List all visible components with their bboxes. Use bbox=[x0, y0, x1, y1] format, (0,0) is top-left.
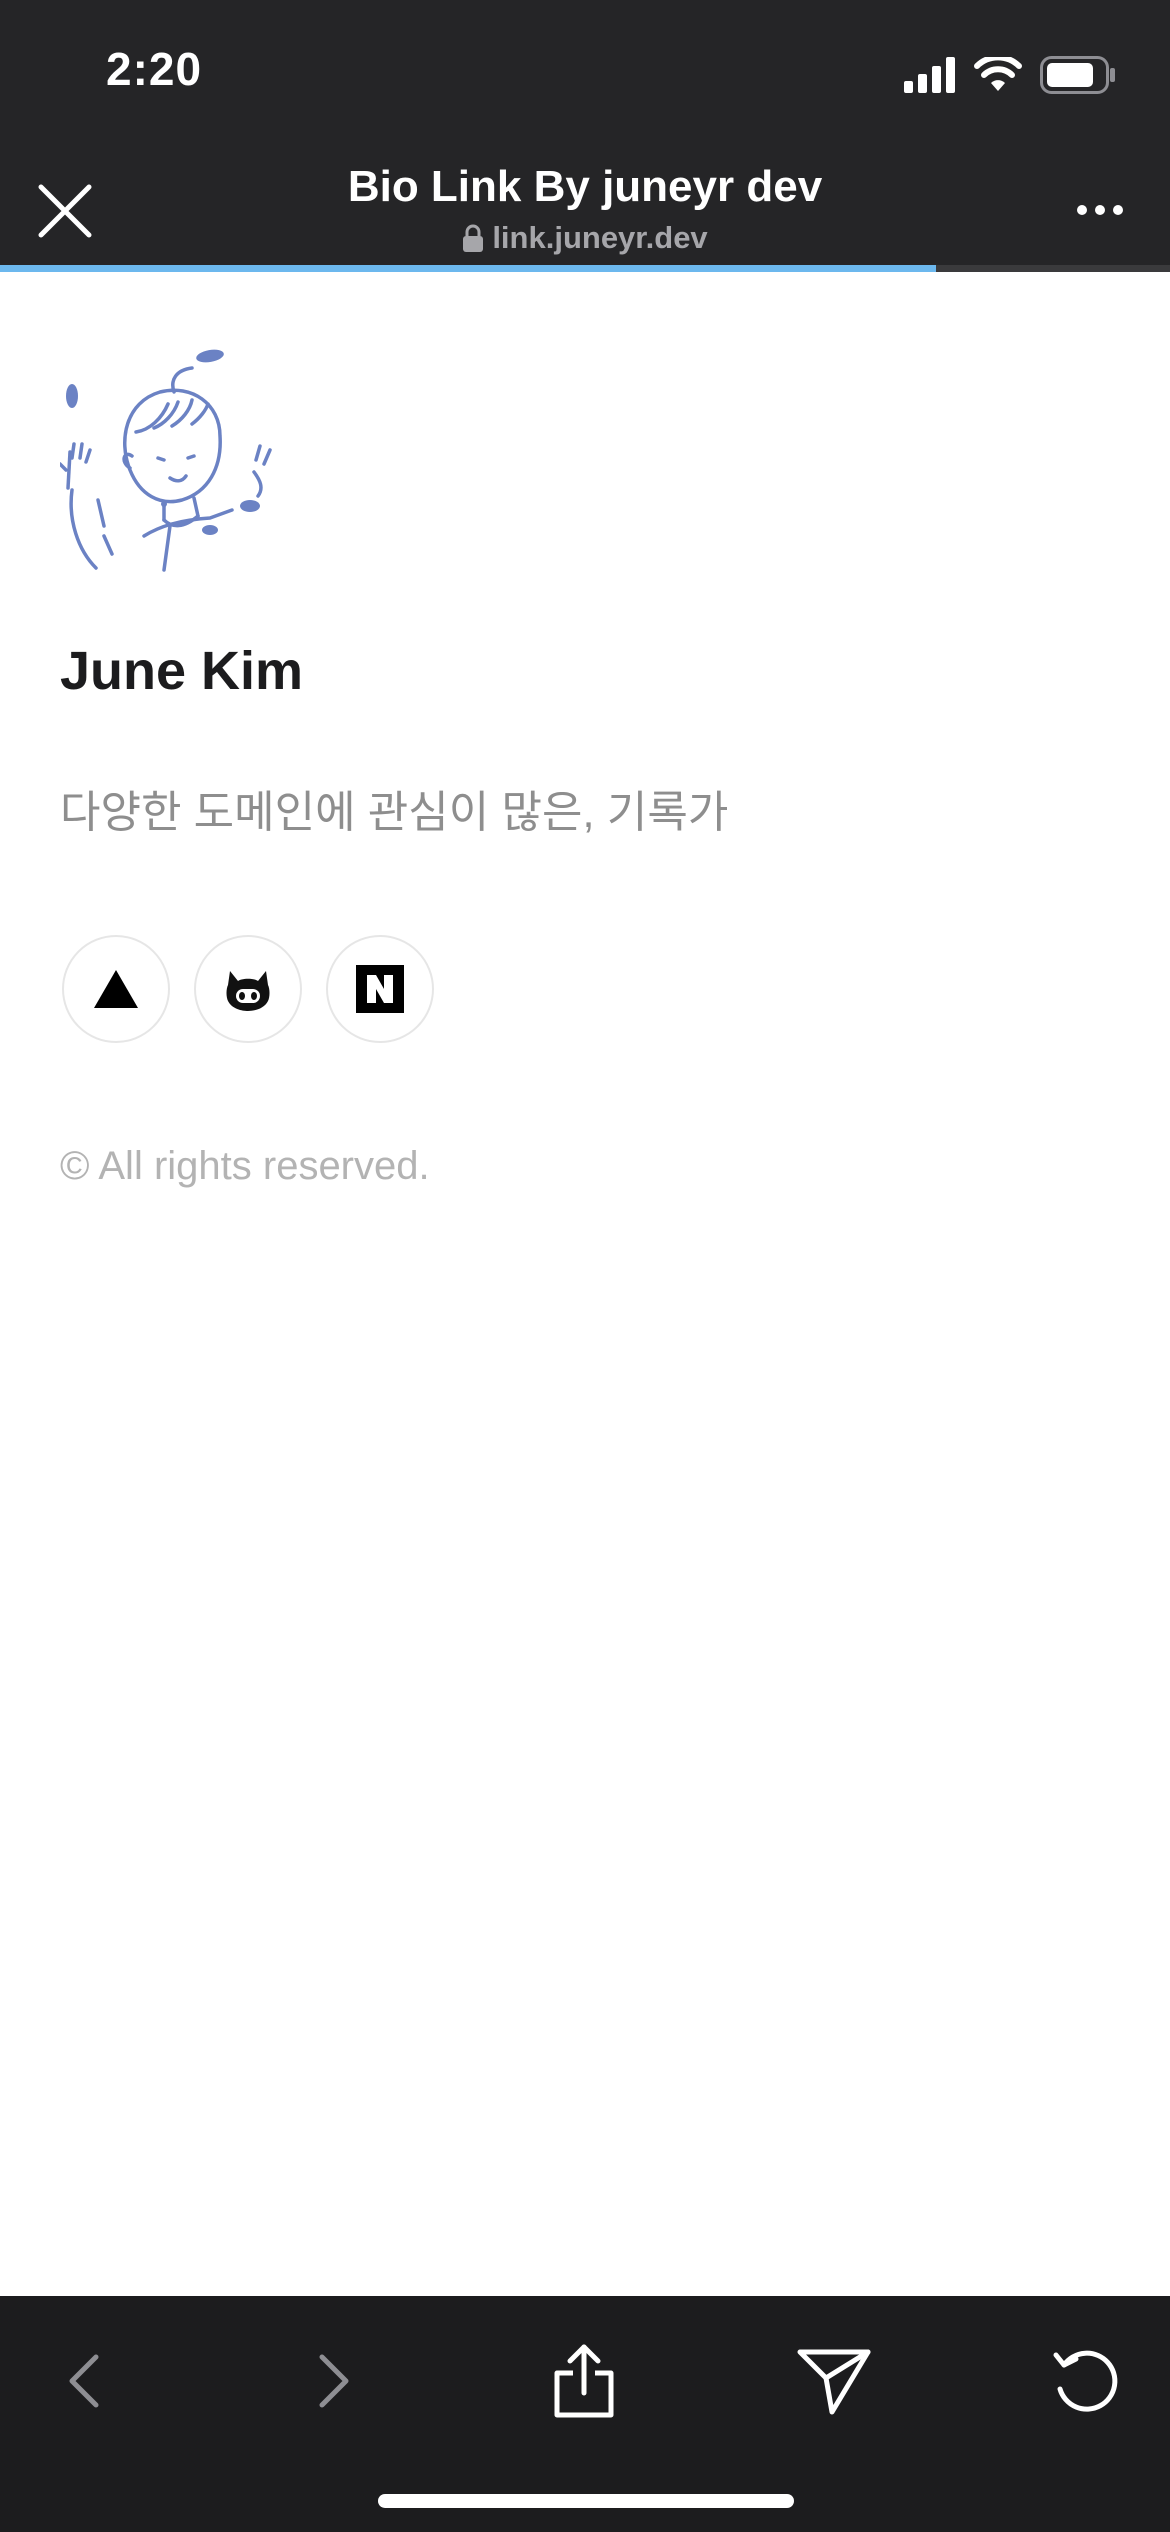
status-icons bbox=[904, 50, 1116, 100]
more-options-button[interactable] bbox=[1060, 180, 1140, 240]
home-indicator bbox=[378, 2494, 794, 2508]
status-bar: 2:20 bbox=[0, 0, 1170, 150]
browser-header: Bio Link By juneyr dev link.juneyr.dev bbox=[0, 150, 1170, 266]
battery-icon bbox=[1040, 56, 1115, 94]
lock-icon bbox=[463, 224, 484, 252]
social-links bbox=[62, 935, 434, 1043]
back-button[interactable] bbox=[34, 2336, 134, 2426]
avatar-illustration bbox=[60, 349, 272, 572]
reload-button[interactable] bbox=[1036, 2336, 1136, 2426]
copyright-text: © All rights reserved. bbox=[60, 1144, 430, 1188]
reload-icon bbox=[1053, 2350, 1118, 2412]
page-url: link.juneyr.dev bbox=[492, 220, 708, 255]
social-link-naver[interactable] bbox=[326, 935, 434, 1043]
forward-icon bbox=[319, 2354, 349, 2408]
naver-icon bbox=[356, 965, 404, 1013]
profile-bio: 다양한 도메인에 관심이 많은, 기록가 bbox=[60, 788, 729, 837]
status-time: 2:20 bbox=[106, 43, 203, 95]
forward-button[interactable] bbox=[284, 2336, 384, 2426]
page-title: Bio Link By juneyr dev bbox=[347, 162, 823, 211]
profile-name: June Kim bbox=[60, 641, 304, 701]
page-url-row: link.juneyr.dev bbox=[0, 220, 1170, 256]
triangle-icon bbox=[94, 970, 138, 1008]
wifi-icon bbox=[974, 57, 1022, 91]
send-icon bbox=[797, 2349, 871, 2415]
social-link-triangle[interactable] bbox=[62, 935, 170, 1043]
page-load-progress-fill bbox=[0, 265, 936, 272]
github-icon bbox=[226, 971, 270, 1011]
social-link-github[interactable] bbox=[194, 935, 302, 1043]
more-horizontal-icon bbox=[1077, 205, 1123, 215]
share-button[interactable] bbox=[534, 2336, 634, 2426]
share-icon bbox=[554, 2344, 614, 2418]
page-load-progress bbox=[0, 265, 1170, 272]
send-button[interactable] bbox=[784, 2336, 884, 2426]
signal-icon bbox=[904, 57, 955, 93]
back-icon bbox=[69, 2354, 99, 2408]
